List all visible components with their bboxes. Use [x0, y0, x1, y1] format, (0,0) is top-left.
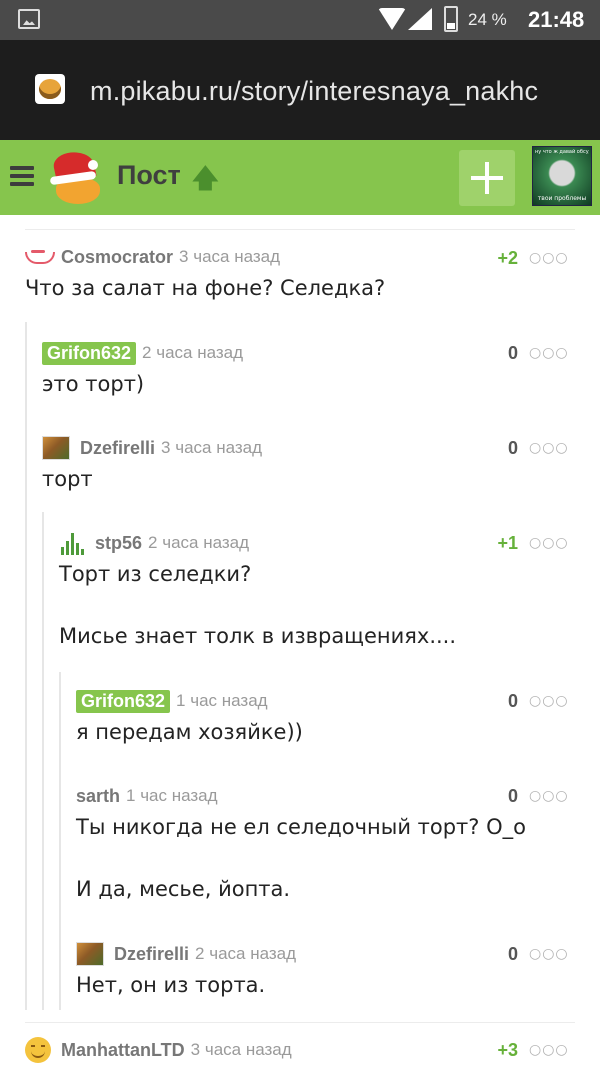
more-options-icon[interactable]: ○○○ — [529, 345, 569, 361]
comment-text-line2: И да, месье, йопта. — [76, 877, 291, 901]
url-text[interactable]: m.pikabu.ru/story/interesnaya_nakhc — [90, 76, 538, 107]
photo-avatar-icon[interactable] — [42, 436, 70, 460]
comment-time: 2 часа назад — [142, 343, 244, 362]
comment-rating: 0 — [507, 438, 518, 458]
comment-text: Торт из селедки? — [59, 562, 252, 586]
more-options-icon[interactable]: ○○○ — [529, 946, 569, 962]
comment-time: 2 часа назад — [195, 944, 297, 963]
thread-line — [59, 672, 61, 1010]
page-title: Пост — [117, 160, 181, 190]
more-options-icon[interactable]: ○○○ — [529, 440, 569, 456]
comment-header: stp56 2 часа назад — [59, 528, 249, 558]
comment-text: Нет, он из торта. — [76, 973, 266, 997]
comment-rating: 0 — [507, 343, 518, 363]
comment-rating: +2 — [497, 248, 518, 268]
comment-text: я передам хозяйке)) — [76, 720, 303, 744]
pikabu-favicon-icon — [35, 74, 65, 104]
comment-author[interactable]: stp56 — [95, 533, 142, 554]
comment-author[interactable]: Dzefirelli — [80, 438, 155, 459]
thread-line — [42, 512, 44, 1010]
comment-time: 3 часа назад — [161, 438, 263, 457]
comment-text: Ты никогда не ел селедочный торт? О_о — [76, 815, 526, 839]
status-bar: 24 % 21:48 — [0, 0, 600, 40]
comment-header: Dzefirelli 2 часа назад — [76, 939, 296, 969]
comment-time: 3 часа назад — [179, 247, 281, 266]
hamburger-icon[interactable] — [10, 166, 34, 186]
comment-time: 3 часа назад — [190, 1040, 292, 1059]
comment-author[interactable]: Grifon632 — [76, 689, 171, 713]
comment-rating: 0 — [507, 944, 518, 964]
comment-rating: +1 — [497, 533, 518, 553]
comment-time: 1 час назад — [176, 691, 268, 710]
comment-text: это торт) — [42, 372, 145, 396]
comment-header: Grifon632 1 час назад — [76, 686, 268, 716]
battery-level: 24 % — [468, 10, 507, 29]
comment-text: Что за салат на фоне? Селедка? — [25, 276, 386, 300]
divider — [25, 1022, 575, 1023]
bars-avatar-icon[interactable] — [59, 531, 85, 555]
comment-rating: 0 — [507, 786, 518, 806]
avatar-caption-top: ну что ж давай обсудим — [535, 149, 589, 155]
comment-author[interactable]: Dzefirelli — [114, 944, 189, 965]
lips-avatar-icon[interactable] — [25, 250, 55, 264]
comment-header: Grifon632 2 часа назад — [42, 338, 243, 368]
comment-rating: 0 — [507, 691, 518, 711]
comment-text-line2: Мисье знает толк в извращениях.... — [59, 624, 457, 648]
more-options-icon[interactable]: ○○○ — [529, 250, 569, 266]
battery-icon — [444, 6, 458, 32]
comment-header: Dzefirelli 3 часа назад — [42, 433, 262, 463]
more-options-icon[interactable]: ○○○ — [529, 535, 569, 551]
image-icon — [18, 9, 40, 29]
wifi-icon — [378, 8, 406, 30]
more-options-icon[interactable]: ○○○ — [529, 693, 569, 709]
comment-author[interactable]: sarth — [76, 786, 120, 807]
comment-author[interactable]: ManhattanLTD — [61, 1040, 185, 1061]
add-post-button[interactable] — [459, 150, 515, 206]
comment-header: sarth 1 час назад — [76, 781, 218, 811]
user-avatar[interactable]: ну что ж давай обсудим твои проблемы — [532, 146, 592, 206]
comment-author[interactable]: Cosmocrator — [61, 247, 173, 268]
comment-text: торт — [42, 467, 93, 491]
comment-header: Cosmocrator 3 часа назад — [25, 242, 280, 272]
pikabu-logo[interactable] — [48, 148, 104, 206]
more-options-icon[interactable]: ○○○ — [529, 788, 569, 804]
comment-time: 1 час назад — [126, 786, 218, 805]
more-options-icon[interactable]: ○○○ — [529, 1042, 569, 1058]
arrow-up-icon[interactable]: 🡅 — [192, 160, 219, 204]
thread-line — [25, 322, 27, 1010]
comment-rating: +3 — [497, 1040, 518, 1060]
clock: 21:48 — [528, 7, 585, 32]
comment-time: 2 часа назад — [148, 533, 250, 552]
comment-header: ManhattanLTD 3 часа назад — [25, 1035, 292, 1065]
comment-author[interactable]: Grifon632 — [42, 341, 137, 365]
signal-icon — [408, 8, 432, 30]
smile-avatar-icon[interactable] — [25, 1037, 51, 1063]
photo-avatar-icon[interactable] — [76, 942, 104, 966]
divider — [25, 229, 575, 230]
avatar-caption-bottom: твои проблемы — [537, 195, 587, 202]
